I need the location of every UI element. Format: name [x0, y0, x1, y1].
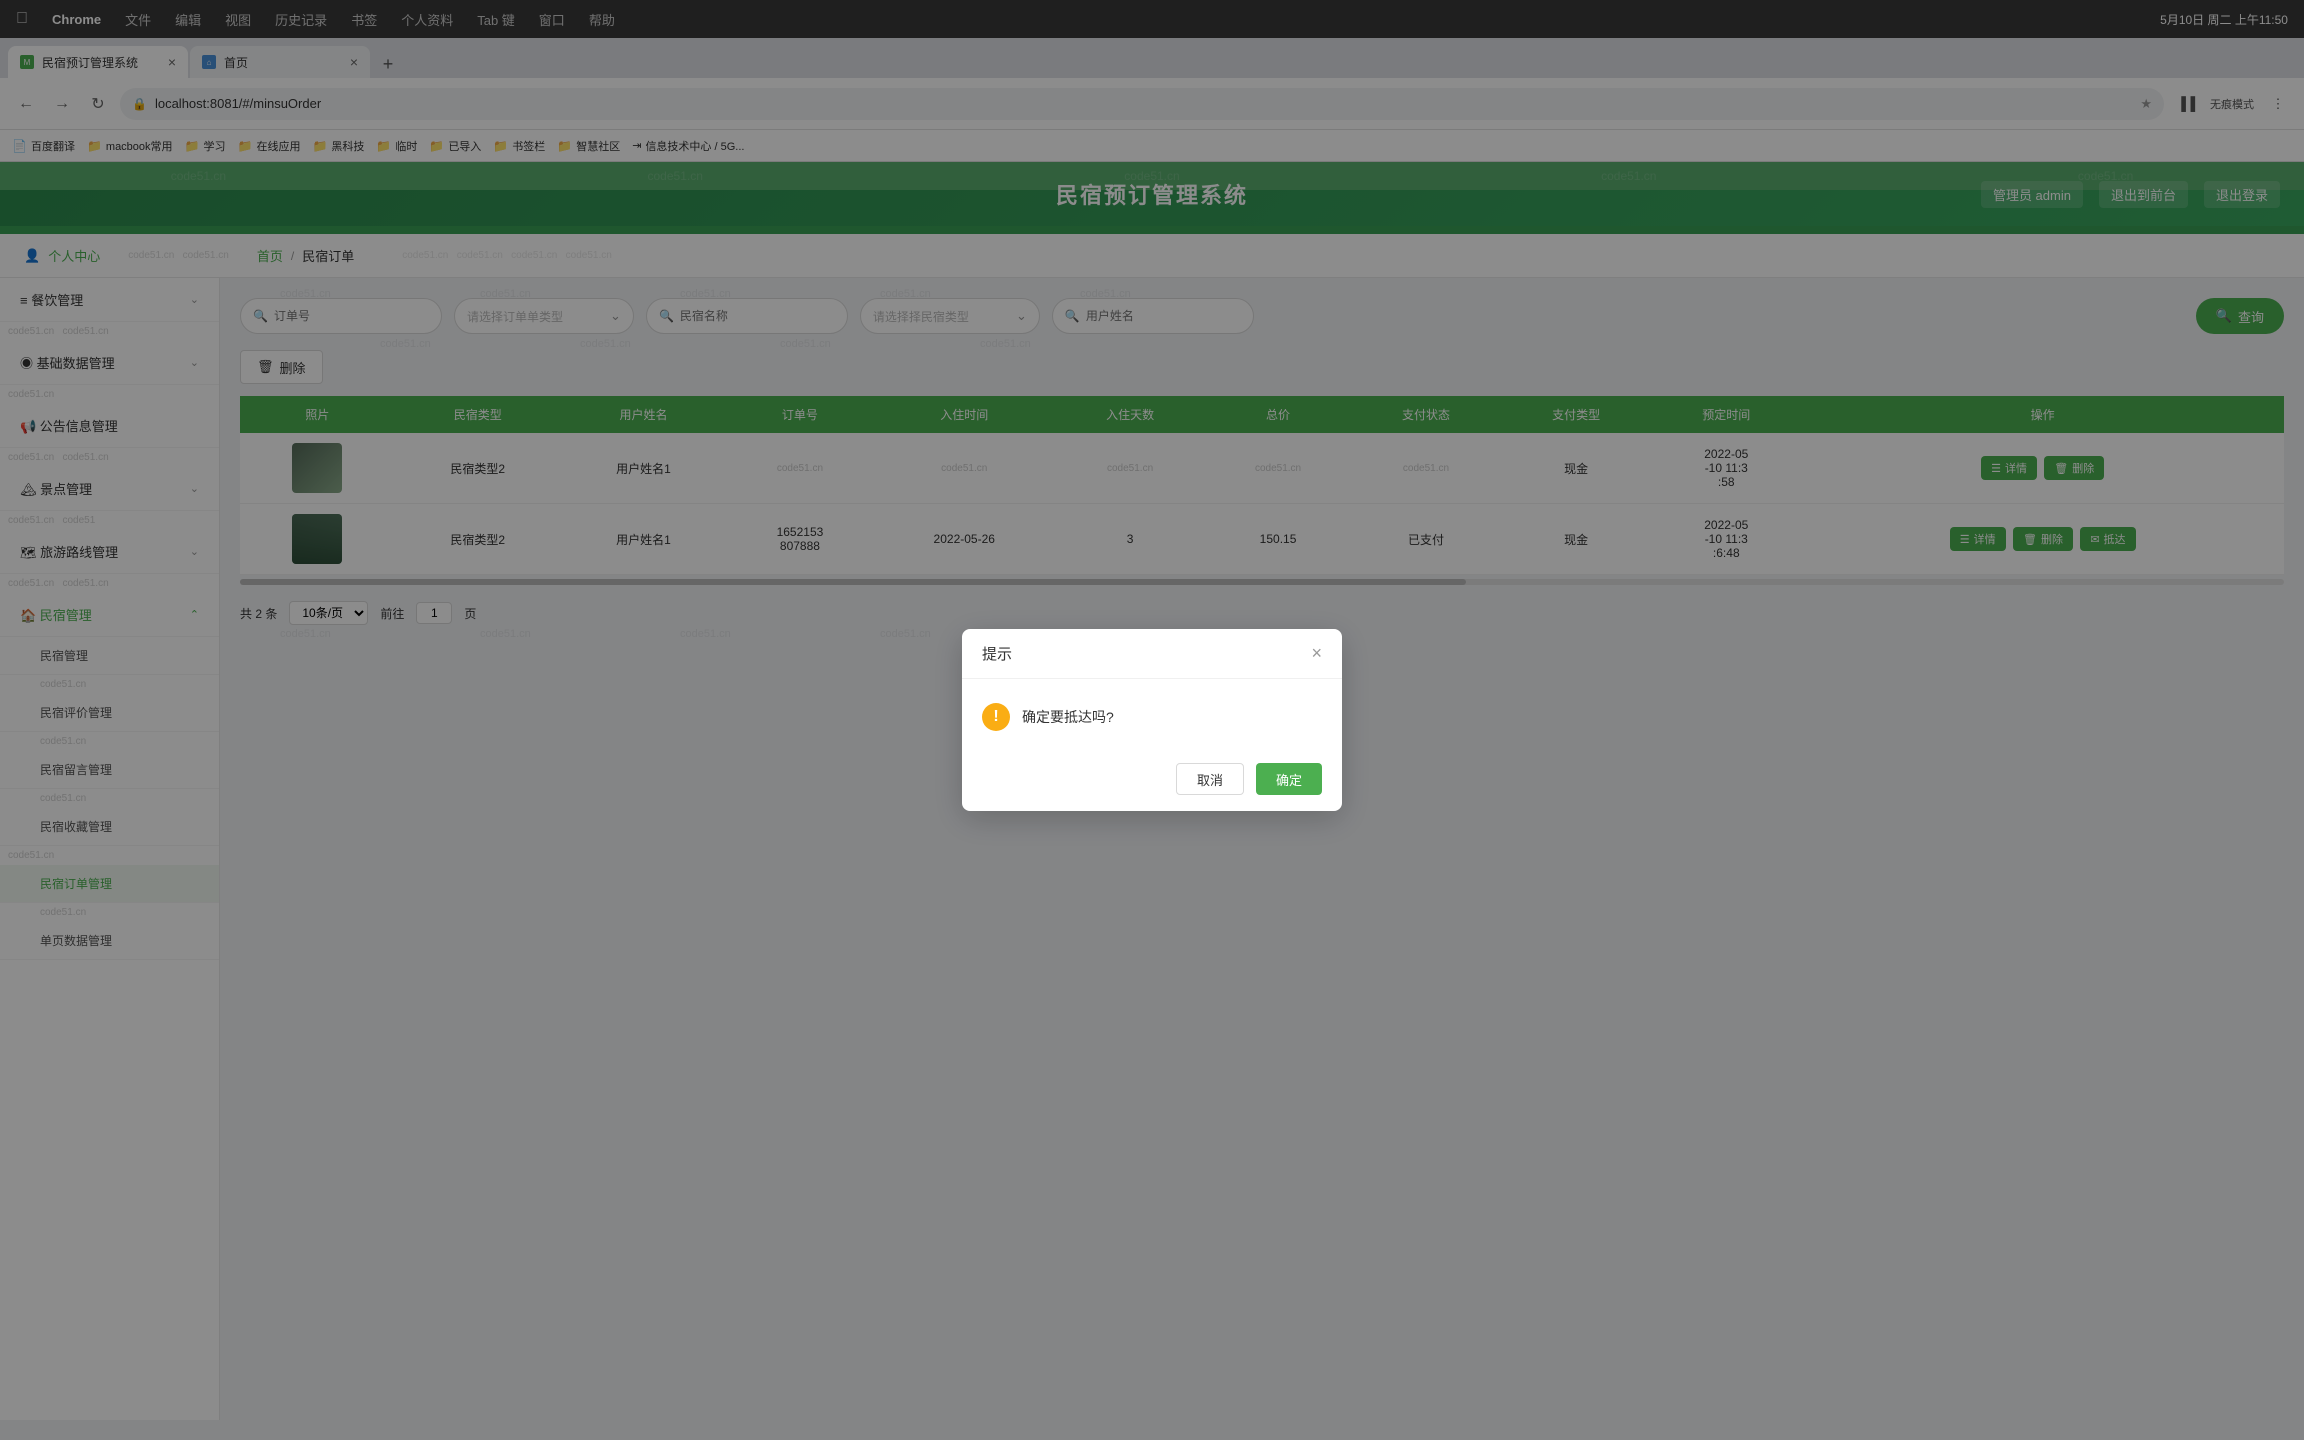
modal-cancel-btn[interactable]: 取消 — [1176, 763, 1244, 795]
confirm-modal: 提示 × ! 确定要抵达吗? 取消 确定 — [962, 629, 1342, 811]
modal-warning-icon: ! — [982, 703, 1010, 731]
modal-close-btn[interactable]: × — [1311, 643, 1322, 664]
modal-message: 确定要抵达吗? — [1022, 707, 1114, 727]
modal-confirm-btn[interactable]: 确定 — [1256, 763, 1322, 795]
modal-footer: 取消 确定 — [962, 751, 1342, 811]
modal-overlay: code51.cn-源码乐园盗图必究 提示 × ! 确定要抵达吗? 取消 确定 — [0, 0, 2304, 1440]
modal-header: 提示 × — [962, 629, 1342, 679]
modal-title: 提示 — [982, 643, 1012, 664]
modal-body: ! 确定要抵达吗? — [962, 679, 1342, 751]
